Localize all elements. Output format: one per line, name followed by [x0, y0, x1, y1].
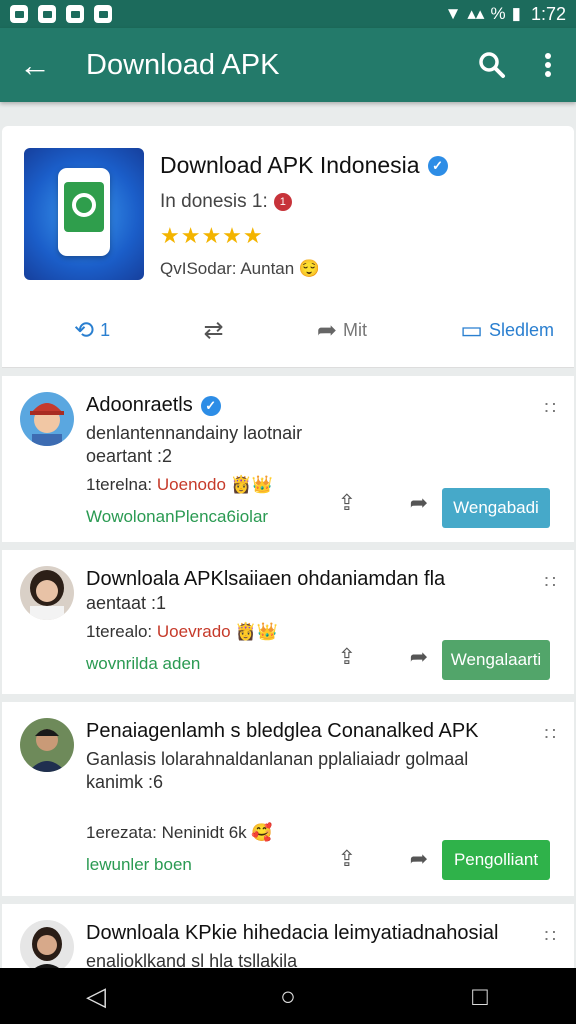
- notification-icon: [38, 5, 56, 23]
- clock: 1:72: [530, 3, 566, 24]
- verified-icon: ✓: [427, 155, 448, 176]
- rating-stars: ★★★★★: [160, 223, 264, 248]
- meta-emoji: 👸👑: [230, 475, 273, 494]
- notification-icon: [10, 5, 28, 23]
- back-arrow-icon[interactable]: ←: [0, 28, 70, 102]
- more-options-icon[interactable]: ∷: [545, 724, 557, 745]
- notification-icon: [66, 5, 84, 23]
- nav-home-icon[interactable]: ○: [258, 981, 318, 1012]
- reply-button[interactable]: ⟲ 1: [74, 316, 110, 345]
- battery-icon: ▮: [511, 4, 521, 23]
- post-action-button[interactable]: Wengalaarti: [442, 640, 550, 680]
- post-author[interactable]: Downloala APKlsaiiaen ohdaniamdan fla: [86, 568, 514, 591]
- meta-emoji: 👸👑: [235, 622, 278, 641]
- post-author[interactable]: Penaiagenlamh s bledglea Conanalked APK: [86, 720, 514, 743]
- post-meta: 1terealo: Uoevrado 👸👑: [86, 622, 514, 642]
- post-text: oeartant :2: [86, 446, 173, 466]
- app-subtitle: In donesis 1:: [160, 191, 268, 212]
- post-text: Ganlasis lolarahnaldanlanan pplaliaiadr …: [86, 749, 469, 769]
- list-item[interactable]: Downloala KPkie hihedacia leimyatiadnaho…: [2, 904, 574, 968]
- meta-label: 1terelna:: [86, 475, 157, 494]
- upload-icon[interactable]: ⇪: [338, 846, 356, 872]
- list-item[interactable]: Penaiagenlamh s bledglea Conanalked APK …: [2, 702, 574, 896]
- avatar[interactable]: [20, 920, 74, 968]
- meta-value: Uoenodo: [156, 475, 226, 494]
- forward-icon[interactable]: ➦: [410, 846, 428, 872]
- comment-icon: ▭: [460, 317, 483, 344]
- comment-label: Sledlem: [488, 320, 554, 340]
- wifi-icon: ▼: [444, 4, 462, 23]
- search-icon[interactable]: [464, 28, 520, 102]
- count-badge: 1: [273, 193, 292, 211]
- post-action-button[interactable]: Pengolliant: [442, 840, 550, 880]
- meta-value: Uoevrado: [156, 622, 231, 641]
- avatar[interactable]: [20, 392, 74, 446]
- forward-icon[interactable]: ➦: [410, 490, 428, 516]
- battery-percent: %: [490, 4, 506, 23]
- meta-value: Neninidt 6k: [161, 823, 247, 842]
- list-item[interactable]: Downloala APKlsaiiaen ohdaniamdan fla ae…: [2, 550, 574, 694]
- reply-count: 1: [100, 320, 111, 340]
- avatar[interactable]: [20, 566, 74, 620]
- nav-back-icon[interactable]: ◁: [66, 981, 126, 1012]
- meta-emoji: 🥰: [251, 823, 273, 842]
- status-bar: ▼ ▴▴ % ▮ 1:72: [0, 0, 576, 28]
- feed[interactable]: Download APK Indonesia ✓ In donesis 1: 1…: [0, 126, 576, 968]
- share-label: Mit: [342, 320, 367, 340]
- reply-icon: ⟲: [74, 317, 95, 344]
- post-author[interactable]: Downloala KPkie hihedacia leimyatiadnaho…: [86, 922, 514, 945]
- app-title: Download APK Indonesia: [160, 152, 420, 178]
- post-text: aentaat :1: [86, 593, 167, 613]
- app-meta: QvISodar: Auntan 😌: [160, 259, 321, 278]
- comment-button[interactable]: ▭ Sledlem: [460, 316, 554, 345]
- more-options-icon[interactable]: ∷: [545, 572, 557, 593]
- avatar[interactable]: [20, 718, 74, 772]
- post-text: enalioklkand sl hla tsllakila: [86, 951, 298, 968]
- post-text: denlantennandainy laotnair: [86, 423, 303, 443]
- more-options-icon[interactable]: ∷: [545, 926, 557, 947]
- repost-button[interactable]: ⇄: [203, 316, 223, 345]
- nav-recent-icon[interactable]: □: [450, 981, 510, 1012]
- app-bar: ← Download APK: [0, 28, 576, 102]
- notification-icon: [94, 5, 112, 23]
- more-options-icon[interactable]: ∷: [545, 398, 557, 419]
- app-card: Download APK Indonesia ✓ In donesis 1: 1…: [2, 126, 574, 368]
- upload-icon[interactable]: ⇪: [338, 490, 356, 516]
- signal-icon: ▴▴: [467, 4, 485, 23]
- upload-icon[interactable]: ⇪: [338, 644, 356, 670]
- system-nav-bar: ◁ ○ □: [0, 968, 576, 1024]
- repost-icon: ⇄: [203, 317, 224, 344]
- verified-icon: ✓: [200, 395, 221, 416]
- app-logo[interactable]: [24, 148, 144, 280]
- post-action-button[interactable]: Wengabadi: [442, 488, 550, 528]
- post-author[interactable]: Adoonraetls: [86, 394, 193, 417]
- forward-icon[interactable]: ➦: [410, 644, 428, 670]
- meta-label: 1erezata:: [86, 823, 162, 842]
- meta-label: 1terealo:: [86, 622, 157, 641]
- share-button[interactable]: ➦ Mit: [317, 316, 367, 345]
- list-item[interactable]: Adoonraetls ✓ denlantennandainy laotnair…: [2, 376, 574, 542]
- page-title: Download APK: [86, 48, 280, 81]
- more-options-icon[interactable]: [520, 28, 576, 102]
- post-text: kanimk :6: [86, 772, 164, 792]
- share-icon: ➦: [316, 317, 337, 344]
